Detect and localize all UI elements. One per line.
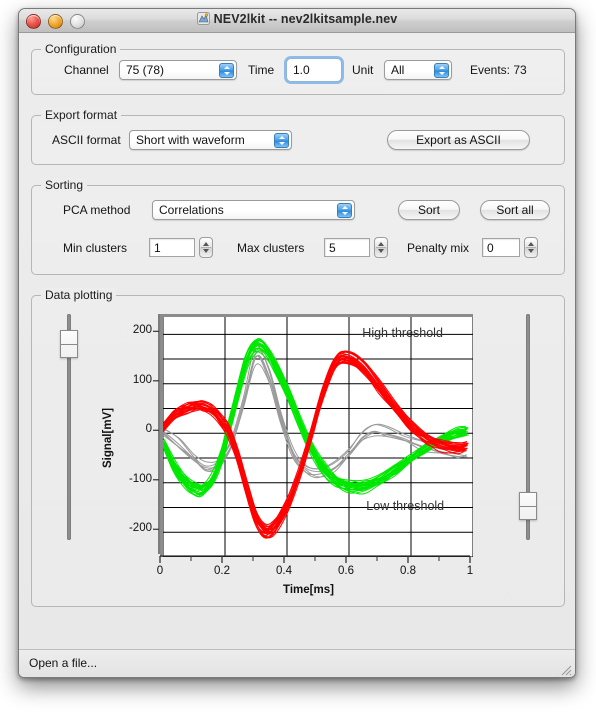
channel-value: 75 (78) <box>126 63 165 77</box>
sorting-group: Sorting PCA method Correlations Sort Sor… <box>31 178 565 275</box>
max-clusters-value: 5 <box>329 241 336 255</box>
x-axis-label: Time[ms] <box>283 584 334 596</box>
low-threshold-label: Low threshold <box>366 498 445 513</box>
ascii-format-value: Short with waveform <box>136 133 245 147</box>
axis-ticks <box>153 314 471 563</box>
y-tick-label: -100 <box>128 472 152 485</box>
time-value: 1.0 <box>293 63 310 77</box>
x-tick-label: 1 <box>466 565 474 577</box>
waveform-plot[interactable]: Signal[mV] High threshold Low threshold … <box>88 306 508 596</box>
slider-thumb[interactable] <box>60 330 78 358</box>
high-threshold-slider[interactable] <box>60 314 78 540</box>
export-format-group: Export format ASCII format Short with wa… <box>31 108 565 165</box>
time-label: Time <box>248 63 275 77</box>
data-plotting-group: Data plotting Signal[mV] High threshold … <box>31 288 565 607</box>
sort-button[interactable]: Sort <box>398 200 460 220</box>
x-tick-label: 0.8 <box>400 565 416 577</box>
status-bar: Open a file... <box>19 649 575 677</box>
penalty-mix-stepper[interactable] <box>524 237 538 258</box>
sorting-group-title: Sorting <box>41 178 88 192</box>
app-icon <box>196 12 210 28</box>
slider-thumb[interactable] <box>519 492 537 520</box>
chevron-updown-icon <box>219 63 234 78</box>
min-clusters-stepper[interactable] <box>199 237 213 258</box>
resize-grip-icon[interactable] <box>559 663 572 676</box>
app-window: NEV2lkit -- nev2lkitsample.nev Configura… <box>18 8 576 678</box>
pca-method-value: Correlations <box>159 203 224 217</box>
penalty-mix-value: 0 <box>487 241 494 255</box>
ascii-format-select[interactable]: Short with waveform <box>129 130 292 150</box>
high-threshold-label: High threshold <box>362 325 443 340</box>
channel-select[interactable]: 75 (78) <box>119 60 237 80</box>
penalty-mix-input[interactable]: 0 <box>482 238 520 257</box>
configuration-group: Configuration Channel 75 (78) Time 1.0 U… <box>31 42 565 95</box>
title-bar[interactable]: NEV2lkit -- nev2lkitsample.nev <box>19 9 575 33</box>
unit-label: Unit <box>352 63 374 77</box>
status-message: Open a file... <box>29 656 98 670</box>
unit-value: All <box>391 63 405 77</box>
max-clusters-label: Max clusters <box>237 241 305 255</box>
max-clusters-stepper[interactable] <box>374 237 388 258</box>
max-clusters-input[interactable]: 5 <box>324 238 370 257</box>
export-format-group-title: Export format <box>41 108 122 122</box>
x-tick-label: 0 <box>156 565 164 577</box>
data-plotting-group-title: Data plotting <box>41 288 117 302</box>
unit-select[interactable]: All <box>384 60 452 80</box>
time-spinbox[interactable]: 1.0 <box>286 58 342 82</box>
min-clusters-value: 1 <box>154 241 161 255</box>
chevron-updown-icon <box>337 203 352 218</box>
pca-method-select[interactable]: Correlations <box>152 200 355 220</box>
penalty-mix-label: Penalty mix <box>407 241 470 255</box>
min-clusters-label: Min clusters <box>63 241 128 255</box>
y-tick-label: 200 <box>132 324 152 337</box>
chevron-updown-icon <box>274 133 289 148</box>
configuration-group-title: Configuration <box>41 42 121 56</box>
y-tick-label: -200 <box>128 522 152 535</box>
chevron-updown-icon <box>434 63 449 78</box>
min-clusters-input[interactable]: 1 <box>149 238 195 257</box>
window-title-text: NEV2lkit -- nev2lkitsample.nev <box>213 12 398 26</box>
events-count: Events: 73 <box>470 63 527 77</box>
pca-method-label: PCA method <box>63 203 131 217</box>
window-title: NEV2lkit -- nev2lkitsample.nev <box>19 12 575 28</box>
sort-all-button[interactable]: Sort all <box>480 200 550 220</box>
x-tick-label: 0.2 <box>214 565 230 577</box>
window-content: Configuration Channel 75 (78) Time 1.0 U… <box>19 33 575 677</box>
export-as-ascii-button[interactable]: Export as ASCII <box>387 130 530 150</box>
x-tick-label: 0.6 <box>338 565 354 577</box>
y-tick-label: 0 <box>145 423 152 436</box>
y-tick-label: 100 <box>132 373 152 386</box>
x-tick-label: 0.4 <box>276 565 292 577</box>
channel-label: Channel <box>64 63 109 77</box>
low-threshold-slider[interactable] <box>519 314 537 540</box>
ascii-format-label: ASCII format <box>52 133 121 147</box>
